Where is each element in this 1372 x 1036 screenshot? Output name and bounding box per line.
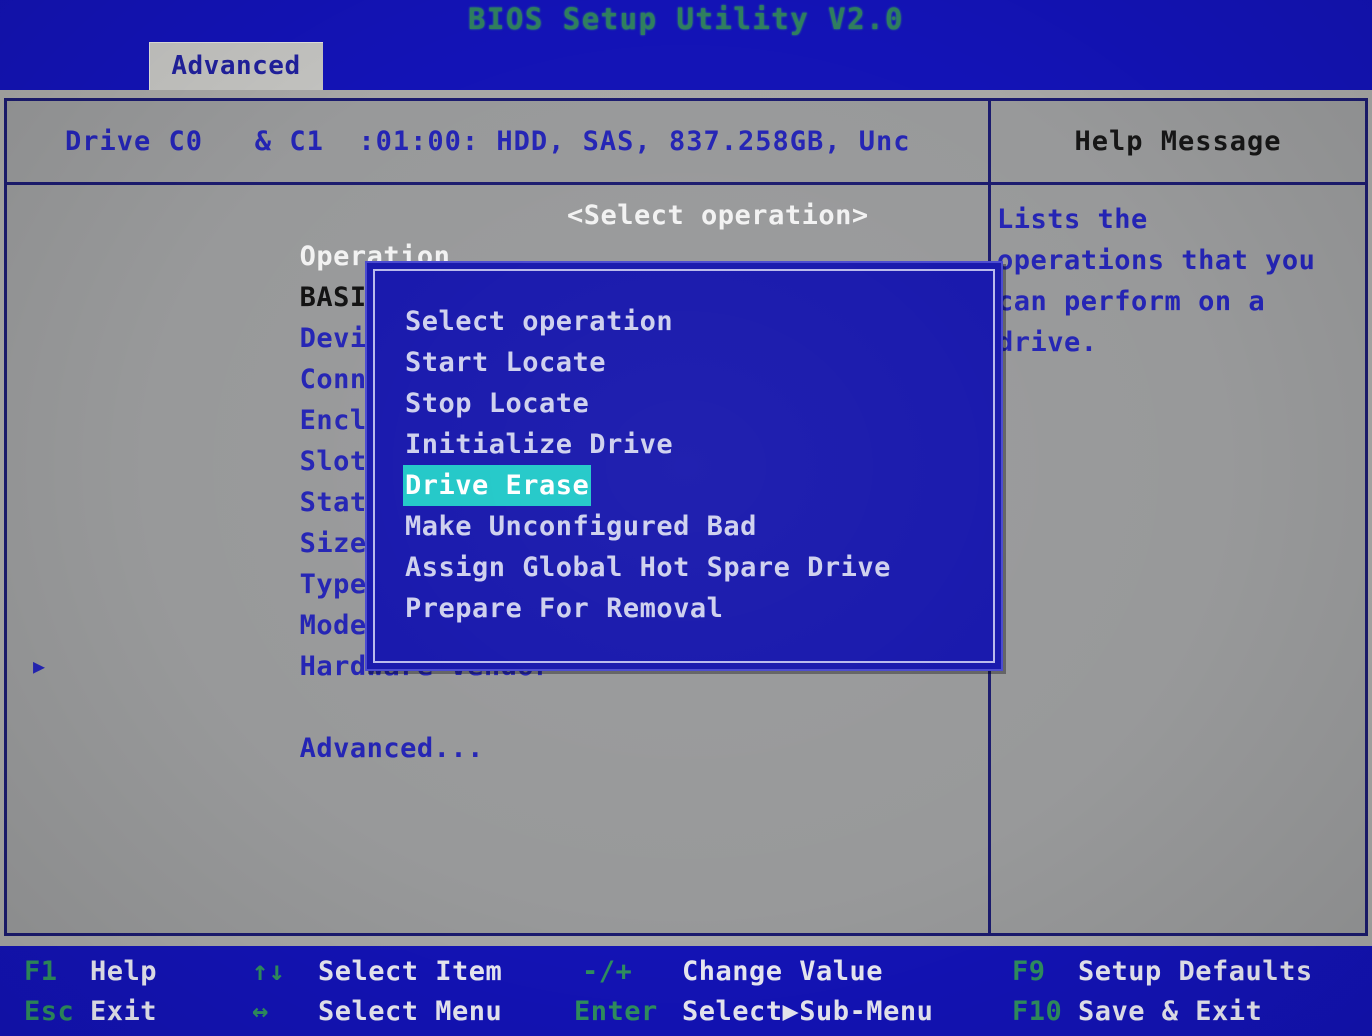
bios-setup-screen: BIOS Setup Utility V2.0 Advanced Drive C… (0, 0, 1372, 1036)
key-f10[interactable]: F10 (1012, 990, 1062, 1033)
dropdown-option-row[interactable]: Select operation (375, 301, 993, 342)
help-message-title: Help Message (1074, 126, 1281, 157)
setup-defaults-label: Setup Defaults (1078, 950, 1313, 993)
key-updown-arrows[interactable]: ↑↓ (252, 950, 286, 993)
triangle-right-icon: ▶ (33, 646, 46, 687)
help-line: can perform on a (997, 281, 1357, 322)
key-enter[interactable]: Enter (574, 990, 658, 1033)
tab-advanced-label: Advanced (171, 51, 300, 81)
dropdown-option-row[interactable]: Make Unconfigured Bad (375, 506, 993, 547)
key-minus-plus[interactable]: -/+ (582, 950, 632, 993)
save-exit-label: Save & Exit (1078, 990, 1262, 1033)
dropdown-option-row[interactable]: Drive Erase (375, 465, 993, 506)
key-leftright-arrows[interactable]: ↔ (252, 990, 269, 1033)
key-f9[interactable]: F9 (1012, 950, 1046, 993)
setting-row-operation[interactable]: Operation <Select operation> (7, 195, 988, 236)
footer-row-1: F1 Help ↑↓ Select Item -/+ Change Value … (0, 950, 1372, 993)
dropdown-option-initialize-drive[interactable]: Initialize Drive (403, 424, 675, 465)
change-value-label: Change Value (682, 950, 883, 993)
select-submenu-label: Select▶Sub-Menu (682, 990, 933, 1033)
dropdown-option-assign-global-hot-spare-drive[interactable]: Assign Global Hot Spare Drive (403, 547, 893, 588)
footer-keybar: F1 Help ↑↓ Select Item -/+ Change Value … (0, 950, 1372, 1036)
dropdown-inner-frame: Select operation Start Locate Stop Locat… (373, 269, 995, 663)
body-area: Drive C0 & C1 :01:00: HDD, SAS, 837.258G… (0, 90, 1372, 946)
select-operation-dropdown[interactable]: Select operation Start Locate Stop Locat… (365, 261, 1003, 671)
dropdown-option-stop-locate[interactable]: Stop Locate (403, 383, 591, 424)
dropdown-option-select-operation[interactable]: Select operation (403, 301, 675, 342)
select-menu-label: Select Menu (318, 990, 502, 1033)
page-title: BIOS Setup Utility V2.0 (0, 2, 1372, 36)
drive-header-left: Drive C0 & C1 :01:00: HDD, SAS, 837.258G… (7, 101, 991, 182)
key-f1[interactable]: F1 (24, 950, 58, 993)
dropdown-option-prepare-for-removal[interactable]: Prepare For Removal (403, 588, 725, 629)
help-panel-header: Help Message (991, 101, 1365, 182)
dropdown-option-row[interactable]: Initialize Drive (375, 424, 993, 465)
help-message-panel: Lists the operations that you can perfor… (991, 185, 1365, 933)
key-f1-label: Help (90, 950, 157, 993)
drive-header-strip: Drive C0 & C1 :01:00: HDD, SAS, 837.258G… (7, 101, 1365, 185)
dropdown-option-drive-erase[interactable]: Drive Erase (403, 465, 591, 506)
help-line: Lists the (997, 199, 1357, 240)
setting-label: Advanced... (300, 733, 484, 764)
dropdown-option-row[interactable]: Assign Global Hot Spare Drive (375, 547, 993, 588)
title-bar: BIOS Setup Utility V2.0 Advanced (0, 0, 1372, 90)
dropdown-option-start-locate[interactable]: Start Locate (403, 342, 608, 383)
key-esc[interactable]: Esc (24, 990, 74, 1033)
main-frame: Drive C0 & C1 :01:00: HDD, SAS, 837.258G… (4, 98, 1368, 936)
exit-label: Exit (90, 990, 157, 1033)
dropdown-option-row[interactable]: Start Locate (375, 342, 993, 383)
dropdown-option-row[interactable]: Stop Locate (375, 383, 993, 424)
drive-description: Drive C0 & C1 :01:00: HDD, SAS, 837.258G… (7, 126, 911, 157)
dropdown-option-make-unconfigured-bad[interactable]: Make Unconfigured Bad (403, 506, 759, 547)
tab-advanced[interactable]: Advanced (149, 42, 323, 90)
dropdown-option-row[interactable]: Prepare For Removal (375, 588, 993, 629)
footer-row-2: Esc Exit ↔ Select Menu Enter Select▶Sub-… (0, 990, 1372, 1033)
help-line: drive. (997, 322, 1357, 363)
select-item-label: Select Item (318, 950, 502, 993)
setting-value[interactable]: <Select operation> (567, 195, 869, 236)
help-line: operations that you (997, 240, 1357, 281)
